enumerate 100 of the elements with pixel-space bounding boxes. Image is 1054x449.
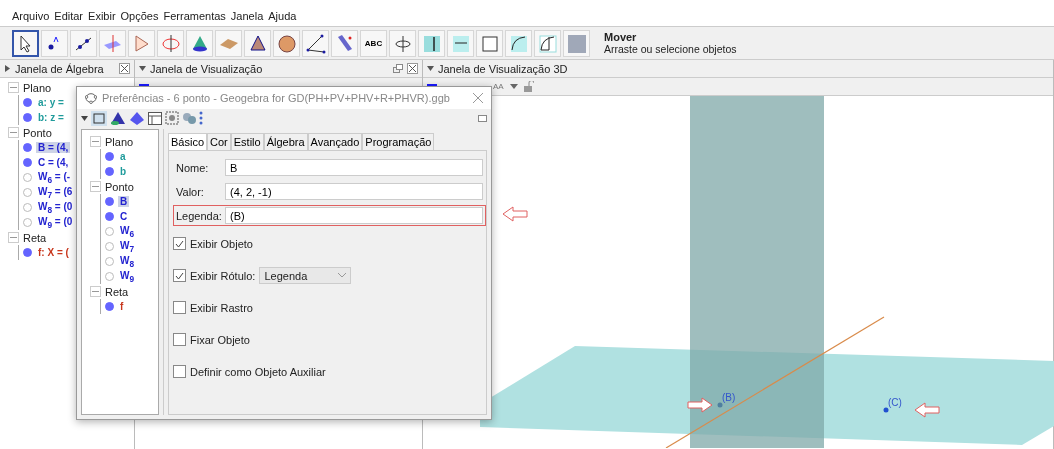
tool-button[interactable] <box>12 29 39 57</box>
group-label: Reta <box>23 231 47 244</box>
collapse-toggle[interactable] <box>8 82 19 93</box>
tool-description: Arraste ou selecione objetos <box>604 43 737 55</box>
visibility-dot[interactable] <box>23 188 32 197</box>
input-field[interactable]: (B) <box>225 207 483 224</box>
group-label: Reta <box>105 285 129 298</box>
dropdown-caret-icon[interactable] <box>81 115 88 121</box>
close-icon[interactable] <box>119 63 130 74</box>
collapse-toggle[interactable] <box>90 286 101 297</box>
object-definition[interactable]: W$_{9}$ = (0 <box>36 215 75 230</box>
panel-title: Janela de Álgebra <box>15 62 104 75</box>
menu-item[interactable]: Exibir <box>88 10 116 26</box>
tab[interactable]: Álgebra <box>263 133 308 150</box>
field-label: Legenda: <box>176 209 221 222</box>
group-label: Ponto <box>23 126 52 139</box>
checkbox[interactable] <box>173 269 186 282</box>
field-label: Valor: <box>176 185 205 198</box>
object-name[interactable]: W$_{6}$ <box>118 224 137 239</box>
tool-icon <box>537 32 558 54</box>
object-name[interactable]: C <box>118 211 130 222</box>
visibility-dot[interactable] <box>105 212 114 221</box>
checkbox-label: Exibir Objeto <box>190 237 253 250</box>
arrow-annotation <box>502 206 528 222</box>
checkbox-label: Exibir Rastro <box>190 301 253 314</box>
cone-icon[interactable] <box>110 110 126 126</box>
visibility-dot[interactable] <box>105 167 114 176</box>
group-label: Plano <box>23 81 52 94</box>
visibility-dot[interactable] <box>23 173 32 182</box>
dropdown-caret-icon[interactable] <box>509 84 518 89</box>
field-label: Nome: <box>176 161 210 174</box>
unlock-icon[interactable] <box>523 81 534 92</box>
tab[interactable]: Programação <box>362 133 435 150</box>
collapse-toggle[interactable] <box>8 127 19 138</box>
collapse-caret-icon[interactable] <box>427 65 434 72</box>
close-icon[interactable] <box>407 63 418 74</box>
visibility-dot[interactable] <box>23 98 32 107</box>
visibility-dot[interactable] <box>105 242 114 251</box>
expand-caret-icon[interactable] <box>4 65 11 72</box>
object-name[interactable]: f <box>118 301 126 312</box>
object-name[interactable]: W$_{9}$ <box>118 269 137 284</box>
object-name[interactable]: W$_{8}$ <box>118 254 137 269</box>
object-name[interactable]: B <box>118 196 130 207</box>
gears-icon[interactable] <box>182 111 196 125</box>
visibility-dot[interactable] <box>105 257 114 266</box>
object-definition[interactable]: B = (4, <box>36 142 71 153</box>
visibility-dot[interactable] <box>23 248 32 257</box>
object-definition[interactable]: f: X = ( <box>36 247 71 258</box>
visibility-dot[interactable] <box>23 158 32 167</box>
menu-item[interactable]: Janela <box>230 10 264 26</box>
undock-icon[interactable] <box>393 64 403 73</box>
menu-item[interactable]: Ajuda <box>268 10 297 26</box>
visibility-dot[interactable] <box>105 227 114 236</box>
collapse-caret-icon[interactable] <box>139 65 146 72</box>
visibility-dot[interactable] <box>23 143 32 152</box>
geogebra-logo-icon <box>85 92 97 104</box>
tab[interactable]: Básico <box>168 133 208 150</box>
menu-item[interactable]: Arquivo <box>12 10 50 26</box>
menu-item[interactable]: Editar <box>54 10 84 26</box>
checkbox-label: Exibir Rótulo: <box>190 269 256 282</box>
font-size-button[interactable]: AA <box>493 82 504 91</box>
checkbox[interactable] <box>173 365 186 378</box>
checkbox[interactable] <box>173 237 186 250</box>
tool-icon <box>305 32 326 54</box>
collapse-toggle[interactable] <box>90 136 101 147</box>
dropdown[interactable]: Legenda <box>259 267 352 284</box>
checkbox[interactable] <box>173 301 186 314</box>
object-definition[interactable]: C = (4, <box>36 157 71 168</box>
text-tool-button[interactable]: ABC <box>360 29 387 57</box>
tab[interactable]: Avançado <box>307 133 363 150</box>
checkbox[interactable] <box>173 333 186 346</box>
object-definition[interactable]: W$_{7}$ = (6 <box>36 185 75 200</box>
more-icon[interactable] <box>199 111 203 125</box>
checkmark-icon <box>175 239 184 248</box>
object-name[interactable]: a <box>118 151 128 162</box>
menu-item[interactable]: Opções <box>120 10 159 26</box>
visibility-dot[interactable] <box>23 113 32 122</box>
object-definition[interactable]: W$_{6}$ = (- <box>36 170 73 185</box>
object-definition[interactable]: W$_{8}$ = (0 <box>36 200 75 215</box>
visibility-dot[interactable] <box>23 218 32 227</box>
layout-icon[interactable] <box>148 111 162 125</box>
tab[interactable]: Estilo <box>230 133 264 150</box>
visibility-dot[interactable] <box>105 197 114 206</box>
menu-item[interactable]: Ferramentas <box>163 10 226 26</box>
visibility-dot[interactable] <box>105 302 114 311</box>
visibility-dot[interactable] <box>105 152 114 161</box>
input-field[interactable]: B <box>225 159 483 176</box>
gear-icon[interactable] <box>165 111 179 125</box>
visibility-dot[interactable] <box>105 272 114 281</box>
tab[interactable]: Cor <box>207 133 231 150</box>
arrow-annotation <box>914 402 940 418</box>
checkbox-label: Fixar Objeto <box>190 333 250 346</box>
input-field[interactable]: (4, 2, -1) <box>225 183 483 200</box>
window-icon[interactable] <box>478 114 487 122</box>
collapse-toggle[interactable] <box>8 232 19 243</box>
minus-icon <box>10 132 17 133</box>
object-name[interactable]: W$_{7}$ <box>118 239 137 254</box>
point[interactable] <box>883 407 889 413</box>
visibility-dot[interactable] <box>23 203 32 212</box>
collapse-toggle[interactable] <box>90 181 101 192</box>
